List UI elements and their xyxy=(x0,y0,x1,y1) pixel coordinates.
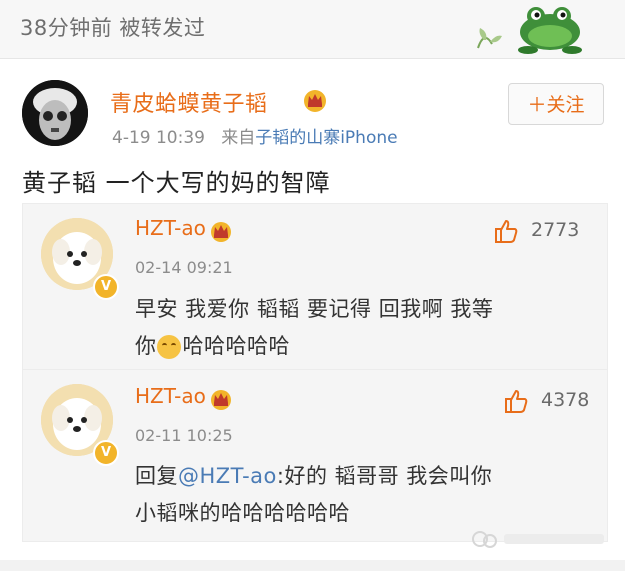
frog-icon xyxy=(477,7,582,54)
author-name[interactable]: 青皮蛤蟆黄子韬 xyxy=(110,86,268,118)
commenter-name[interactable]: HZT-ao xyxy=(135,384,206,408)
author-avatar-image xyxy=(22,80,88,146)
repost-header: 38分钟前 被转发过 xyxy=(0,0,625,59)
repost-meta: 38分钟前 被转发过 xyxy=(20,16,206,40)
verified-badge-icon: V xyxy=(93,274,119,300)
crown-icon[interactable] xyxy=(302,88,328,112)
like-count: 4378 xyxy=(541,389,590,411)
comment-card: V HZT-ao 2773 02-14 09:21 早安 我爱你 韬韬 要记得 … xyxy=(22,203,608,370)
author-avatar[interactable] xyxy=(22,80,88,146)
mention-link[interactable]: @HZT-ao xyxy=(178,464,277,488)
bottom-divider xyxy=(0,560,625,571)
comment-time: 02-14 09:21 xyxy=(135,258,233,277)
comment-text: 回复@HZT-ao:好的 韬哥哥 我会叫你 小韬咪的哈哈哈哈哈哈 xyxy=(135,458,605,532)
post-source[interactable]: 子韬的山寨iPhone xyxy=(255,128,397,148)
verified-badge-icon: V xyxy=(93,440,119,466)
post-text: 黄子韬 一个大写的妈的智障 xyxy=(22,169,331,197)
comment-text-line2: 你哈哈哈哈哈 xyxy=(135,334,290,359)
thumbs-up-icon[interactable] xyxy=(493,218,519,244)
post-date: 4-19 10:39 xyxy=(112,128,205,148)
crown-icon[interactable] xyxy=(208,220,234,242)
weibo-post: 青皮蛤蟆黄子韬 4-19 10:39 来自子韬的山寨iPhone ＋关注 黄子韬… xyxy=(0,58,625,571)
comment-text-line2: 小韬咪的哈哈哈哈哈哈 xyxy=(135,501,350,525)
commenter-name[interactable]: HZT-ao xyxy=(135,216,206,240)
comment-card: V HZT-ao 4378 02-11 10:25 回复@HZT-ao:好的 韬… xyxy=(22,370,608,542)
smile-emoji-icon xyxy=(156,335,181,359)
follow-button[interactable]: ＋关注 xyxy=(508,83,604,125)
watermark-logo xyxy=(472,531,604,548)
comment-text: 早安 我爱你 韬韬 要记得 回我啊 我等 你哈哈哈哈哈 xyxy=(135,291,605,365)
comment-text-line1: 早安 我爱你 韬韬 要记得 回我啊 我等 xyxy=(135,297,494,321)
like-count: 2773 xyxy=(531,219,580,241)
thumbs-up-icon[interactable] xyxy=(503,388,529,414)
comment-text-line1: 回复@HZT-ao:好的 韬哥哥 我会叫你 xyxy=(135,464,493,488)
post-source-prefix: 来自 xyxy=(221,128,256,148)
post-meta: 4-19 10:39 来自子韬的山寨iPhone xyxy=(112,123,398,148)
comment-time: 02-11 10:25 xyxy=(135,426,233,445)
crown-icon[interactable] xyxy=(208,388,234,410)
